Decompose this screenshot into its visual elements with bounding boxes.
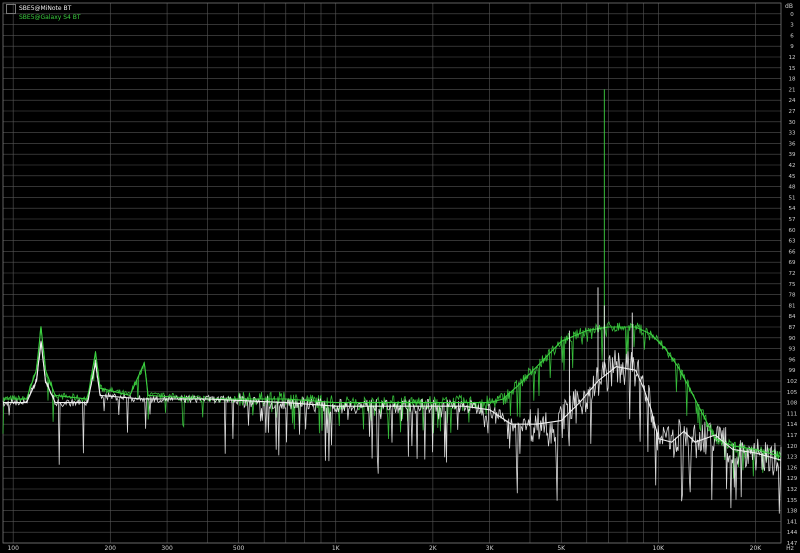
y-tick-label: 123: [787, 455, 798, 461]
y-tick-label: 129: [787, 476, 798, 482]
y-tick-label: 27: [789, 109, 796, 115]
x-tick-label: 100: [7, 545, 19, 552]
y-tick-label: 114: [787, 422, 798, 428]
x-tick-label: 300: [161, 545, 173, 552]
legend-label-galaxy: SBE5@Galaxy S4 BT: [19, 13, 81, 21]
spectrum-chart: 100 200 300 500 1K 2K 3K 5K 10K 20K 0369121518212…: [0, 0, 800, 553]
y-tick-label: 9: [790, 44, 794, 50]
y-tick-label: 21: [789, 87, 796, 93]
y-tick-label: 87: [789, 325, 796, 331]
y-unit-label: dB: [785, 3, 793, 10]
y-tick-label: 138: [787, 509, 798, 515]
x-tick-label: 2K: [429, 545, 438, 552]
y-tick-label: 30: [789, 120, 796, 126]
y-tick-label: 99: [789, 368, 796, 374]
y-tick-label: 72: [789, 271, 796, 277]
window-icon[interactable]: [6, 3, 16, 14]
y-tick-label: 12: [789, 55, 796, 61]
y-tick-label: 66: [789, 249, 796, 255]
y-tick-label: 33: [789, 131, 796, 137]
y-tick-label: 24: [789, 98, 796, 104]
y-tick-label: 90: [789, 336, 796, 342]
y-tick-label: 75: [789, 282, 796, 288]
x-tick-label: 10K: [653, 545, 666, 552]
y-tick-label: 108: [787, 401, 798, 407]
y-tick-label: 39: [789, 152, 796, 158]
y-tick-label: 141: [787, 519, 798, 525]
y-tick-label: 45: [789, 174, 796, 180]
legend-item-minote: SBE5@MiNote BT: [6, 3, 81, 14]
y-tick-label: 42: [789, 163, 796, 169]
legend: SBE5@MiNote BT SBE5@Galaxy S4 BT: [6, 3, 81, 22]
y-tick-label: 18: [789, 77, 796, 83]
x-tick-label: 500: [233, 545, 245, 552]
y-tick-label: 117: [787, 433, 798, 439]
x-tick-label: 5K: [557, 545, 566, 552]
y-tick-label: 60: [789, 228, 796, 234]
y-tick-label: 6: [790, 33, 794, 39]
legend-item-galaxy: SBE5@Galaxy S4 BT: [6, 13, 81, 22]
legend-label-minote: SBE5@MiNote BT: [19, 4, 72, 12]
x-unit-label: Hz: [786, 545, 794, 552]
y-tick-label: 54: [789, 206, 796, 212]
y-tick-label: 36: [789, 141, 796, 147]
y-tick-label: 57: [789, 217, 796, 223]
y-tick-label: 102: [787, 379, 798, 385]
x-tick-label: 1K: [332, 545, 341, 552]
x-tick-label: 3K: [486, 545, 495, 552]
y-tick-label: 48: [789, 185, 796, 191]
x-tick-label: 200: [105, 545, 117, 552]
y-tick-label: 63: [789, 239, 796, 245]
y-tick-label: 126: [787, 465, 798, 471]
y-tick-label: 93: [789, 347, 796, 353]
y-tick-label: 144: [787, 530, 798, 536]
y-tick-label: 78: [789, 293, 796, 299]
y-tick-label: 69: [789, 260, 796, 266]
y-tick-label: 132: [787, 487, 798, 493]
plot-background: [0, 0, 800, 553]
x-tick-label: 20K: [750, 545, 763, 552]
y-tick-label: 0: [790, 12, 794, 18]
y-tick-label: 96: [789, 357, 796, 363]
y-tick-label: 15: [789, 66, 796, 72]
y-tick-label: 3: [790, 23, 794, 29]
y-tick-label: 105: [787, 390, 798, 396]
y-tick-label: 111: [787, 411, 798, 417]
y-tick-label: 135: [787, 498, 798, 504]
y-tick-label: 84: [789, 314, 796, 320]
y-tick-label: 51: [789, 195, 796, 201]
y-tick-label: 120: [787, 444, 798, 450]
y-tick-label: 81: [789, 303, 796, 309]
